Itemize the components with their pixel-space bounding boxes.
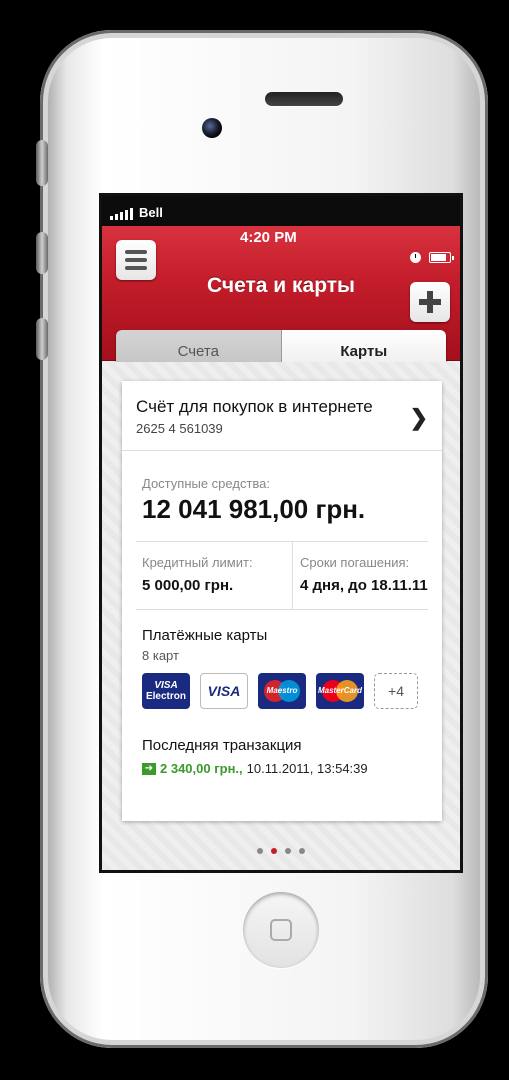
- home-button[interactable]: [243, 892, 319, 968]
- status-icons: [410, 252, 454, 263]
- volume-down-button: [36, 318, 48, 360]
- repayment-term-label: Сроки погашения:: [300, 555, 410, 570]
- card-logos: VISA Electron VISA Maestro MasterCard +4: [142, 673, 418, 709]
- last-transaction-title: Последняя транзакция: [142, 737, 302, 754]
- page-dot: [299, 848, 305, 854]
- carrier-signal: Bell: [110, 205, 163, 220]
- transaction-datetime: 10.11.2011, 13:54:39: [246, 761, 368, 776]
- earpiece-speaker: [265, 92, 343, 106]
- home-square-icon: [270, 919, 292, 941]
- account-card: Счёт для покупок в интернете 2625 4 5610…: [122, 381, 442, 821]
- silent-switch: [36, 140, 48, 186]
- visa-electron-logo-bottom: Electron: [145, 691, 186, 702]
- alarm-clock-icon: [410, 252, 421, 263]
- mastercard-logo: MasterCard: [317, 686, 362, 695]
- payment-cards-title: Платёжные карты: [142, 627, 268, 644]
- available-label: Доступные средства:: [142, 476, 271, 491]
- more-cards-button[interactable]: +4: [374, 673, 418, 709]
- app-content: Счета и карты Счета Карты Счёт для покуп…: [102, 226, 460, 870]
- menu-button[interactable]: [116, 240, 156, 280]
- maestro-logo: Maestro: [266, 686, 298, 695]
- carrier-name: Bell: [139, 205, 163, 220]
- divider: [292, 541, 293, 609]
- transaction-amount: 2 340,00 грн.,: [160, 761, 243, 776]
- repayment-term-value: 4 дня, до 18.11.11: [300, 577, 428, 594]
- last-transaction-row[interactable]: ➔ 2 340,00 грн., 10.11.2011, 13:54:39: [142, 761, 368, 776]
- payment-cards-count: 8 карт: [142, 648, 179, 663]
- signal-bars-icon: [110, 208, 133, 220]
- credit-limit-value: 5 000,00 грн.: [142, 577, 234, 594]
- page-title: Счета и карты: [207, 274, 355, 297]
- page-dot: [257, 848, 263, 854]
- divider: [136, 609, 428, 610]
- add-button[interactable]: [410, 282, 450, 322]
- page-dot: [285, 848, 291, 854]
- status-time: 4:20 PM: [240, 229, 297, 246]
- page-dot-active: [271, 848, 277, 854]
- status-bar: Bell: [102, 196, 460, 226]
- volume-up-button: [36, 232, 48, 274]
- maestro-card[interactable]: Maestro: [258, 673, 306, 709]
- visa-card[interactable]: VISA: [200, 673, 248, 709]
- mastercard-card[interactable]: MasterCard: [316, 673, 364, 709]
- front-camera: [202, 118, 222, 138]
- account-header[interactable]: Счёт для покупок в интернете 2625 4 5610…: [122, 381, 442, 451]
- account-name: Счёт для покупок в интернете: [136, 397, 373, 416]
- credit-limit-label: Кредитный лимит:: [142, 555, 253, 570]
- available-value: 12 041 981,00 грн.: [142, 494, 366, 524]
- chevron-right-icon: ❯: [409, 405, 428, 430]
- account-number: 2625 4 561039: [136, 421, 223, 436]
- visa-electron-logo-top: VISA: [154, 680, 178, 691]
- page-indicator[interactable]: [102, 848, 460, 854]
- divider: [136, 541, 428, 542]
- battery-icon: [429, 252, 454, 263]
- visa-electron-card[interactable]: VISA Electron: [142, 673, 190, 709]
- phone-screen: Bell Счета и карты Счета Карты Счёт для …: [99, 193, 463, 873]
- arrow-right-icon: ➔: [142, 762, 156, 775]
- visa-logo: VISA: [207, 683, 241, 699]
